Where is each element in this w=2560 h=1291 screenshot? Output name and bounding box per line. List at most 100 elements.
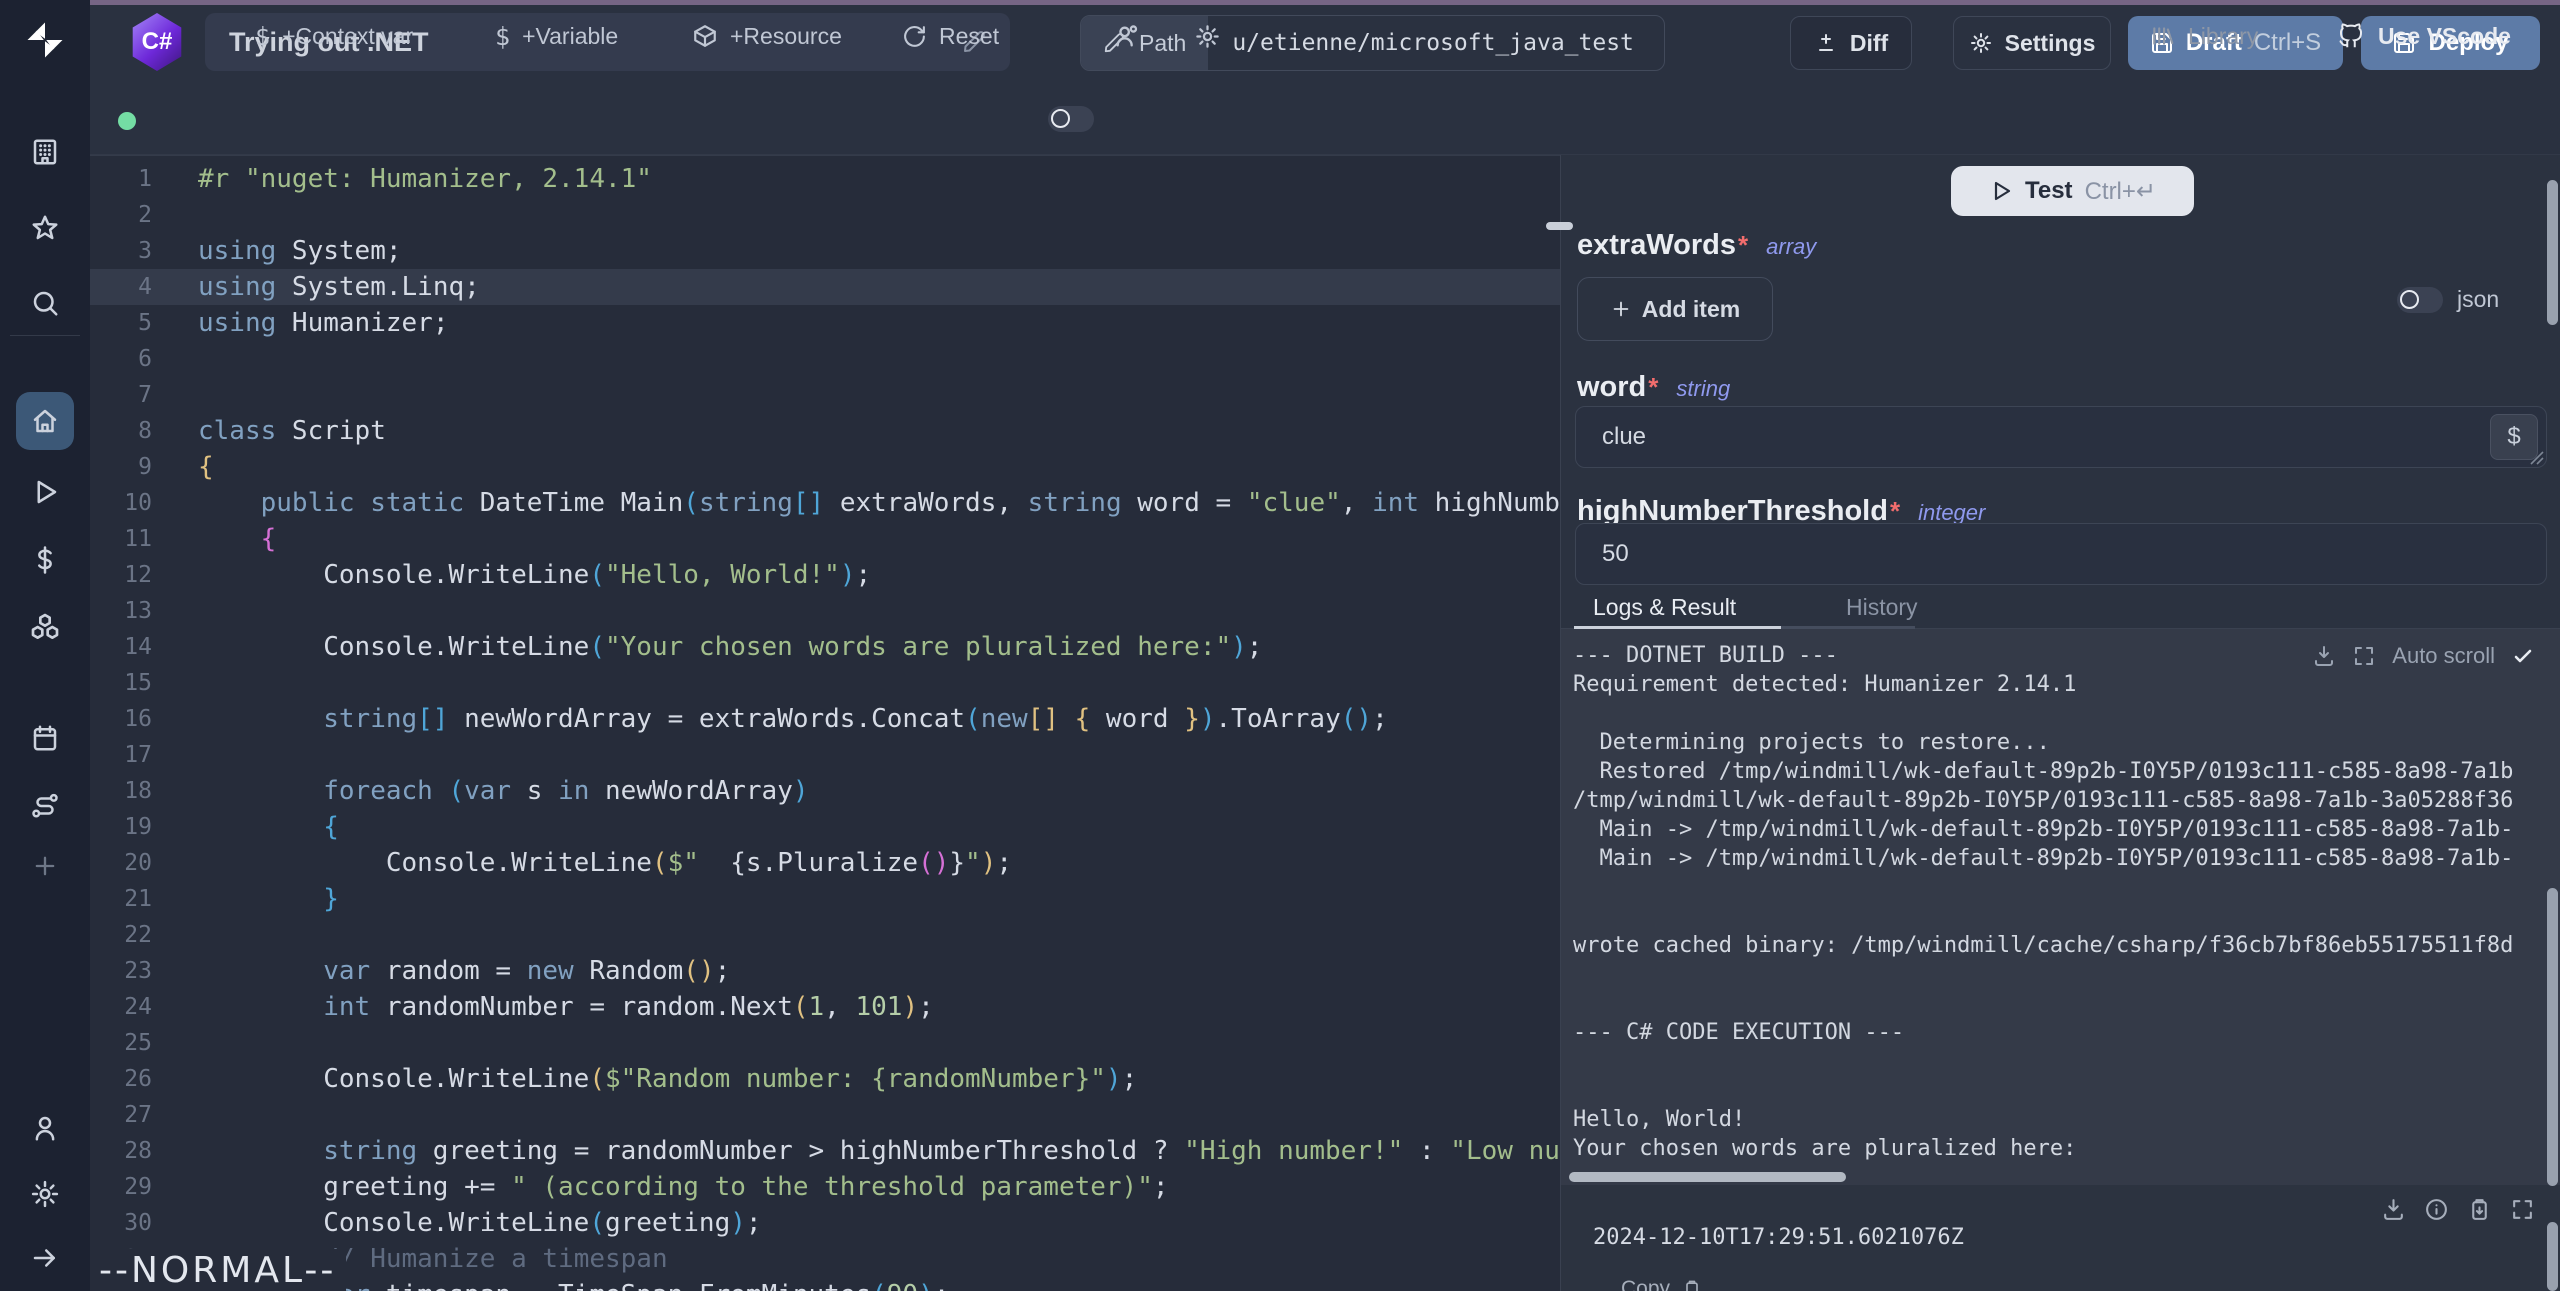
code-line[interactable]: 12 Console.WriteLine("Hello, World!");: [90, 557, 1560, 593]
log-text: --- DOTNET BUILD --- Requirement detecte…: [1561, 629, 2560, 1163]
json-toggle[interactable]: [2397, 287, 2443, 313]
code-line[interactable]: 5using Humanizer;: [90, 305, 1560, 341]
sidebar-item-settings[interactable]: [0, 1170, 90, 1218]
code-line[interactable]: 19 {: [90, 809, 1560, 845]
download-icon[interactable]: [2381, 1197, 2406, 1222]
download-icon[interactable]: [2312, 644, 2336, 668]
editor-settings-button[interactable]: [1194, 0, 1221, 72]
code-line[interactable]: 10 public static DateTime Main(string[] …: [90, 485, 1560, 521]
sidebar-item-collapse[interactable]: [0, 1234, 90, 1282]
code-line[interactable]: 1#r "nuget: Humanizer, 2.14.1": [90, 161, 1560, 197]
code-line[interactable]: 15: [90, 665, 1560, 701]
add-variable-button[interactable]: $ +Variable: [495, 0, 618, 72]
clipboard-icon[interactable]: [2467, 1197, 2492, 1222]
code-text: [152, 737, 198, 773]
use-vscode-button[interactable]: Use VScode: [2336, 0, 2511, 72]
code-lines[interactable]: 1#r "nuget: Humanizer, 2.14.1"23using Sy…: [90, 161, 1560, 1291]
code-line[interactable]: 18 foreach (var s in newWordArray): [90, 773, 1560, 809]
line-number: 27: [90, 1097, 152, 1133]
settings-button[interactable]: Settings: [1953, 16, 2111, 70]
code-text: [152, 665, 198, 701]
code-line[interactable]: 20 Console.WriteLine($" {s.Pluralize()}"…: [90, 845, 1560, 881]
add-item-button[interactable]: Add item: [1577, 277, 1773, 341]
path-field[interactable]: Path u/etienne/microsoft_java_test: [1080, 15, 1665, 71]
code-text: string[] newWordArray = extraWords.Conca…: [152, 701, 1388, 737]
info-icon[interactable]: [2424, 1197, 2449, 1222]
sidebar-item-schedules[interactable]: [0, 714, 90, 762]
add-context-var-button[interactable]: $ +Context var: [255, 0, 413, 72]
code-line[interactable]: 21 }: [90, 881, 1560, 917]
line-number: 9: [90, 449, 152, 485]
logs-horizontal-scrollbar[interactable]: [1569, 1172, 1846, 1182]
sidebar-item-workspace[interactable]: [0, 128, 90, 176]
gear-icon: [1194, 23, 1221, 50]
code-line[interactable]: 16 string[] newWordArray = extraWords.Co…: [90, 701, 1560, 737]
code-line[interactable]: 28 string greeting = randomNumber > high…: [90, 1133, 1560, 1169]
expand-icon[interactable]: [2352, 644, 2376, 668]
code-line[interactable]: 13: [90, 593, 1560, 629]
code-text: #r "nuget: Humanizer, 2.14.1": [152, 161, 652, 197]
sidebar-item-variables[interactable]: [0, 536, 90, 584]
code-line[interactable]: 17: [90, 737, 1560, 773]
result-scrollbar-thumb[interactable]: [2547, 1222, 2558, 1291]
tab-history[interactable]: History: [1846, 585, 1918, 629]
clipboard-icon: [1682, 1279, 1702, 1291]
code-line[interactable]: 2: [90, 197, 1560, 233]
code-line[interactable]: 23 var random = new Random();: [90, 953, 1560, 989]
code-line[interactable]: 29 greeting += " (according to the thres…: [90, 1169, 1560, 1205]
code-line[interactable]: 3using System;: [90, 233, 1560, 269]
test-button[interactable]: Test Ctrl+↵: [1951, 166, 2194, 216]
resize-grip-icon[interactable]: [2530, 451, 2544, 465]
result-output: 2024-12-10T17:29:51.6021076Z Copy: [1561, 1185, 2560, 1291]
line-number: 10: [90, 485, 152, 521]
sidebar-item-flows[interactable]: [0, 782, 90, 830]
sidebar-item-runs[interactable]: [0, 468, 90, 516]
word-input[interactable]: clue $: [1575, 406, 2547, 468]
sidebar-item-resources[interactable]: [0, 603, 90, 651]
add-resource-button[interactable]: +Resource: [692, 0, 842, 72]
path-value: u/etienne/microsoft_java_test: [1208, 16, 1658, 70]
library-icon: [2150, 23, 2176, 49]
code-line[interactable]: 26 Console.WriteLine($"Random number: {r…: [90, 1061, 1560, 1097]
code-line[interactable]: 22: [90, 917, 1560, 953]
tab-logs-result[interactable]: Logs & Result: [1593, 585, 1736, 629]
code-text: Console.WriteLine(greeting);: [152, 1205, 762, 1241]
windmill-logo[interactable]: [0, 16, 90, 64]
logs-scrollbar-thumb[interactable]: [2547, 888, 2558, 1186]
auto-scroll-label: Auto scroll: [2392, 643, 2495, 669]
code-line[interactable]: 25: [90, 1025, 1560, 1061]
code-line[interactable]: 4using System.Linq;: [90, 269, 1560, 305]
code-line[interactable]: 8class Script: [90, 413, 1560, 449]
args-scrollbar-thumb[interactable]: [2547, 180, 2558, 325]
plus-icon: [31, 852, 59, 880]
diff-mode-toggle[interactable]: [1048, 106, 1094, 132]
reset-button[interactable]: Reset: [902, 0, 999, 72]
test-shortcut: Ctrl+↵: [2085, 177, 2156, 206]
code-line[interactable]: 27: [90, 1097, 1560, 1133]
multiplayer-button[interactable]: [1113, 0, 1141, 72]
sidebar-item-account[interactable]: [0, 1104, 90, 1152]
sidebar-item-home[interactable]: [0, 392, 90, 450]
sidebar-item-add[interactable]: [0, 842, 90, 890]
library-button[interactable]: Library: [2150, 0, 2258, 72]
diff-button[interactable]: Diff: [1790, 16, 1912, 70]
code-line[interactable]: 30 Console.WriteLine(greeting);: [90, 1205, 1560, 1241]
windmill-logo-icon: [25, 20, 65, 60]
code-line[interactable]: 9{: [90, 449, 1560, 485]
code-editor[interactable]: 1#r "nuget: Humanizer, 2.14.1"23using Sy…: [90, 155, 1560, 1291]
code-line[interactable]: 7: [90, 377, 1560, 413]
expand-icon[interactable]: [2510, 1197, 2535, 1222]
code-text: }: [152, 881, 339, 917]
threshold-input[interactable]: 50: [1575, 523, 2547, 585]
code-line[interactable]: 24 int randomNumber = random.Next(1, 101…: [90, 989, 1560, 1025]
panel-resize-handle[interactable]: [1546, 222, 1573, 230]
sidebar-item-search[interactable]: [0, 279, 90, 327]
code-line[interactable]: 11 {: [90, 521, 1560, 557]
check-icon[interactable]: [2511, 644, 2535, 668]
boxes-icon: [29, 611, 61, 643]
code-line[interactable]: 14 Console.WriteLine("Your chosen words …: [90, 629, 1560, 665]
code-line[interactable]: 6: [90, 341, 1560, 377]
copy-result-button[interactable]: Copy: [1621, 1277, 1702, 1291]
dollar-icon: $: [495, 22, 510, 51]
sidebar-item-favorites[interactable]: [0, 204, 90, 252]
